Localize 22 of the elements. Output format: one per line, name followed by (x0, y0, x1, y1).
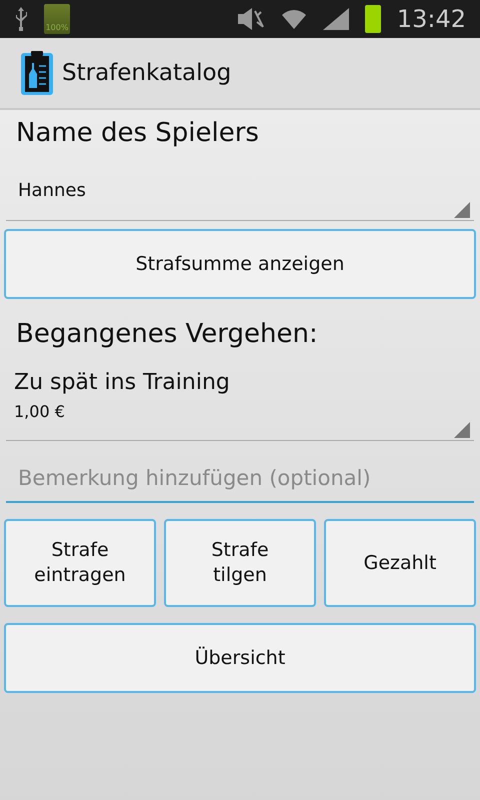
offense-dropdown[interactable]: Zu spät ins Training 1,00 € (6, 370, 474, 442)
remark-field[interactable]: Bemerkung hinzufügen (optional) (6, 457, 474, 503)
battery-icon (364, 5, 381, 33)
signal-icon (322, 8, 349, 30)
offense-amount: 1,00 € (14, 401, 65, 424)
player-dropdown[interactable]: Hannes (6, 177, 474, 221)
dropdown-corner-icon (454, 422, 470, 438)
action-button[interactable]: Gezahlt (324, 518, 476, 607)
offense-name: Zu spät ins Training (14, 370, 230, 396)
action-button[interactable]: Strafe eintragen (4, 518, 156, 607)
app-icon (20, 50, 54, 96)
overview-button[interactable]: Übersicht (4, 622, 476, 693)
section-heading: Begangenes Vergehen: (16, 319, 318, 349)
section-heading: Name des Spielers (16, 118, 259, 148)
wifi-icon (280, 8, 307, 30)
show-sum-button[interactable]: Strafsumme anzeigen (4, 229, 476, 299)
clock: 13:42 (396, 4, 466, 35)
action-button[interactable]: Strafe tilgen (164, 518, 316, 607)
battery-percent: 100% (46, 24, 68, 32)
usb-icon (14, 7, 28, 31)
dropdown-corner-icon (454, 202, 470, 218)
app-title: Strafenkatalog (62, 58, 232, 88)
